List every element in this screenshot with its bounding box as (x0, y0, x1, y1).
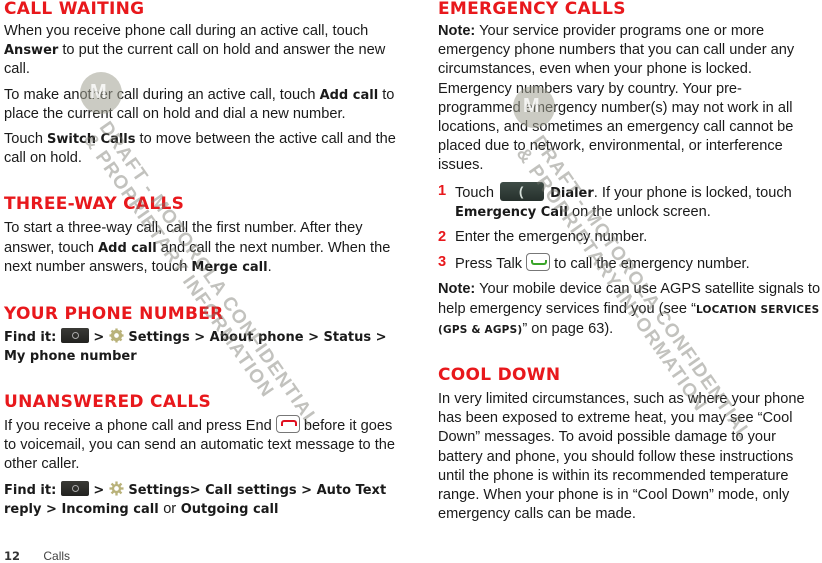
text: When you receive phone call during an ac… (4, 23, 369, 39)
settings-gear-icon (109, 328, 124, 343)
text: to call the emergency number. (554, 256, 750, 273)
path-status: Status (323, 330, 372, 346)
text: ” on page 63). (522, 320, 614, 337)
emergency-note: Note: Your service provider programs one… (438, 22, 822, 176)
call-waiting-heading: Call Waiting (4, 0, 145, 19)
step-number: 1 (438, 182, 447, 199)
page-footer: 12 Calls (4, 549, 70, 563)
step-2: 2 Enter the emergency number. (438, 228, 822, 247)
text: Touch (455, 184, 494, 201)
text: to put the current call on hold and answ… (4, 42, 386, 78)
cool-down-heading: Cool Down (438, 365, 561, 386)
dialer-label: Dialer (550, 185, 594, 201)
page-number: 12 (4, 549, 21, 563)
call-waiting-section: Call Waiting When you receive phone call… (4, 0, 408, 168)
menu-key-icon (60, 480, 89, 496)
cool-down-p1: In very limited circumstances, such as w… (438, 391, 805, 523)
call-waiting-p2: To make another call during an active ca… (4, 86, 408, 124)
path-about-phone: About phone (209, 330, 304, 346)
step-number: 2 (438, 229, 447, 246)
step-text: Touch Dialer. If your phone is locked, t… (455, 181, 822, 222)
text: Your service provider programs one or mo… (438, 23, 795, 174)
three-way-p1: To start a three-way call, call the firs… (4, 219, 408, 277)
or-text: or (163, 500, 177, 517)
separator: > (301, 482, 313, 498)
phone-number-find-it: Find it: > Settings > About phone > Stat… (4, 328, 408, 366)
emergency-call-label: Emergency Call (455, 204, 568, 220)
step-1: 1 Touch Dialer. If your phone is locked,… (438, 181, 822, 222)
step-3: 3 Press Talk to call the emergency numbe… (438, 253, 822, 274)
text: on the unlock screen. (567, 203, 711, 220)
find-it-label: Find it: (4, 482, 57, 498)
three-way-section: Three-way Calls To start a three-way cal… (4, 195, 408, 277)
emergency-section: Emergency Calls Note: Your service provi… (438, 0, 822, 340)
talk-key-icon (526, 253, 551, 272)
text: Press Talk (455, 256, 523, 273)
text: . (267, 258, 272, 275)
unanswered-p1: If you receive a phone call and press En… (4, 415, 408, 475)
emergency-steps: 1 Touch Dialer. If your phone is locked,… (438, 181, 822, 275)
three-way-heading: Three-way Calls (4, 194, 185, 215)
step-text: Press Talk to call the emergency number. (455, 253, 750, 274)
step-number: 3 (438, 254, 447, 271)
separator: > (93, 482, 105, 498)
path-incoming-call: Incoming call (61, 501, 159, 517)
phone-number-heading: Your Phone Number (4, 304, 224, 325)
separator: > (93, 330, 105, 346)
text: To make another call during an active ca… (4, 86, 320, 103)
path-settings: Settings (128, 330, 190, 346)
emergency-heading: Emergency Calls (438, 0, 626, 19)
path-outgoing-call: Outgoing call (180, 501, 279, 517)
dialer-icon (500, 181, 545, 201)
separator: > (308, 330, 319, 346)
answer-label: Answer (4, 43, 59, 59)
unanswered-heading: Unanswered Calls (4, 392, 212, 413)
switch-calls-label: Switch Calls (47, 132, 136, 148)
text: Touch (4, 131, 47, 148)
step-text: Enter the emergency number. (455, 229, 648, 246)
separator: > (194, 330, 206, 346)
note-label: Note: (438, 23, 476, 39)
left-column: Call Waiting When you receive phone call… (4, 0, 408, 519)
unanswered-section: Unanswered Calls If you receive a phone … (4, 393, 408, 519)
merge-call-label: Merge call (191, 259, 268, 275)
find-it-label: Find it: (4, 330, 57, 346)
right-column: Emergency Calls Note: Your service provi… (438, 0, 822, 524)
section-name: Calls (43, 549, 71, 563)
phone-number-section: Your Phone Number Find it: > Settings > … (4, 305, 408, 366)
text: . If your phone is locked, touch (593, 184, 792, 201)
separator: > (375, 330, 387, 346)
agps-note: Note: Your mobile device can use AGPS sa… (438, 280, 822, 340)
path-my-phone-number: My phone number (4, 349, 137, 365)
call-waiting-p1: When you receive phone call during an ac… (4, 22, 408, 80)
end-call-key-icon (275, 415, 300, 434)
settings-gear-icon (109, 481, 124, 496)
separator: > (46, 501, 57, 517)
path-call-settings: Call settings (205, 482, 297, 498)
note-label: Note: (438, 281, 476, 298)
add-call-label: Add call (98, 240, 157, 256)
path-settings: Settings (128, 482, 190, 498)
add-call-label: Add call (319, 87, 379, 103)
unanswered-find-it: Find it: > Settings> Call settings > Aut… (4, 480, 408, 519)
call-waiting-p3: Touch Switch Calls to move between the a… (4, 130, 408, 168)
text: If you receive a phone call and press En… (4, 418, 272, 435)
menu-key-icon (60, 328, 89, 344)
cool-down-section: Cool Down In very limited circumstances,… (438, 366, 822, 524)
separator: > (189, 482, 201, 498)
